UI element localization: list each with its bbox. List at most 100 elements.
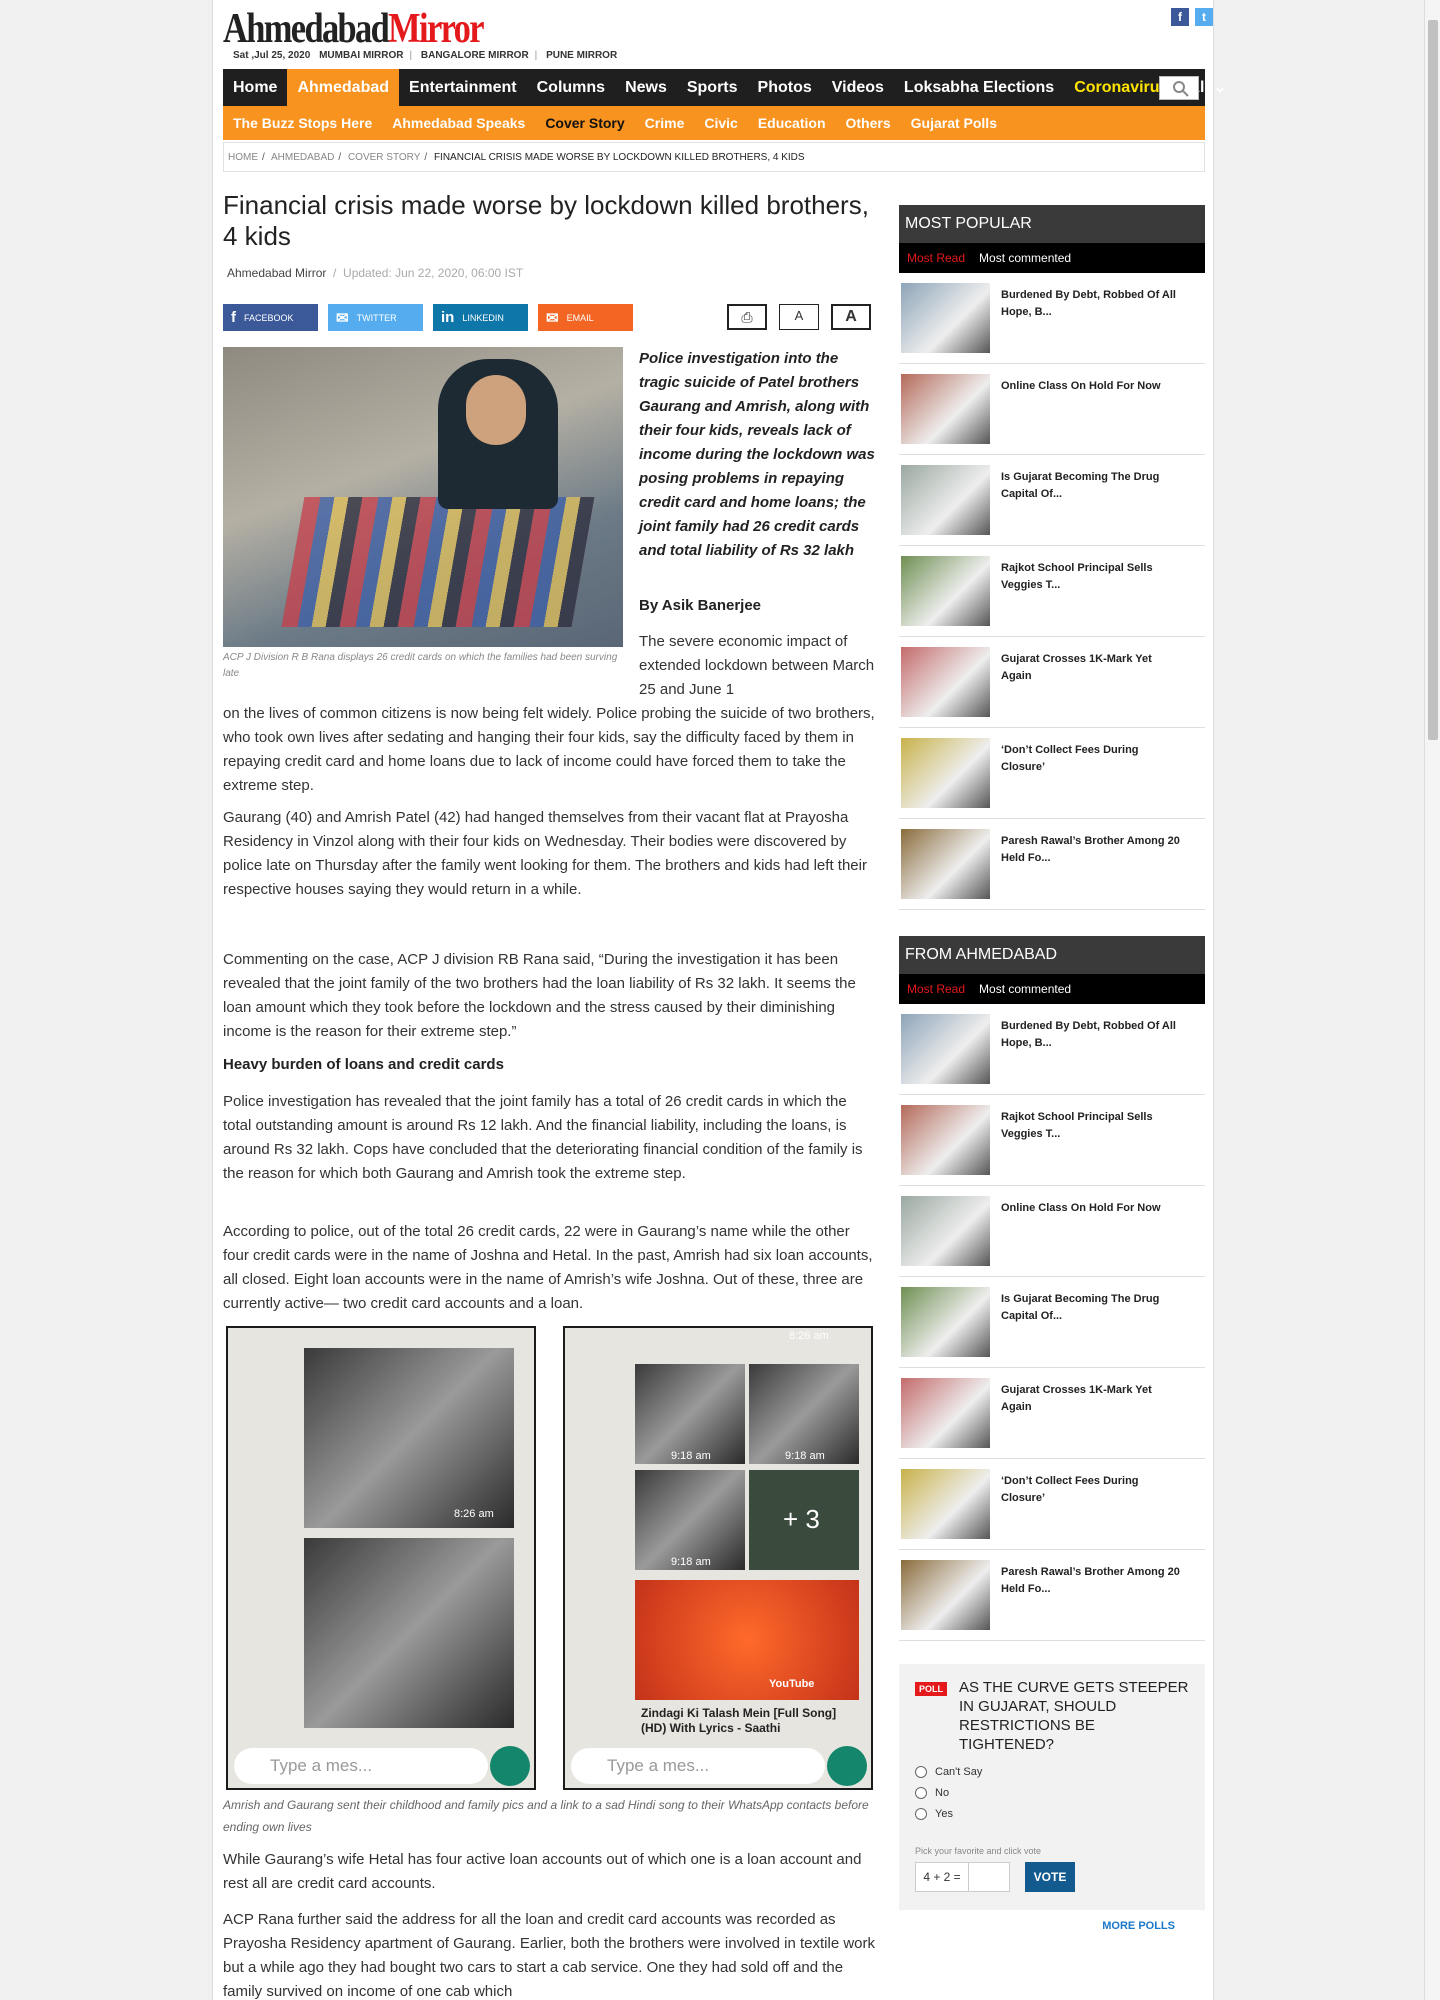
news-item[interactable]: Paresh Rawal’s Brother Among 20 Held Fo.… <box>899 819 1205 910</box>
news-headline[interactable]: Online Class On Hold For Now <box>1001 1200 1181 1217</box>
linkedin-share-button[interactable]: in LINKEDIN <box>433 304 528 331</box>
news-thumbnail[interactable] <box>901 556 990 626</box>
nav-news[interactable]: News <box>615 69 677 106</box>
breadcrumb-subsection[interactable]: COVER STORY <box>348 152 420 163</box>
news-headline[interactable]: Is Gujarat Becoming The Drug Capital Of.… <box>1001 1291 1181 1325</box>
news-thumbnail[interactable] <box>901 1469 990 1539</box>
print-button[interactable]: ⎙ <box>727 304 767 330</box>
whatsapp-screenshots-photo[interactable]: 8:26 am Type a mes... 8:26 am 9:18 am 9:… <box>223 1326 875 1790</box>
poll-option[interactable]: Yes <box>915 1808 953 1820</box>
nav-columns[interactable]: Columns <box>527 69 615 106</box>
news-item[interactable]: Rajkot School Principal Sells Veggies T.… <box>899 1095 1205 1186</box>
news-item[interactable]: Online Class On Hold For Now <box>899 364 1205 455</box>
search-button[interactable] <box>1159 76 1199 100</box>
news-thumbnail[interactable] <box>901 1196 990 1266</box>
twitter-share-button[interactable]: ✉ TWITTER <box>328 304 423 331</box>
poll-option[interactable]: Can't Say <box>915 1766 982 1778</box>
nav-home[interactable]: Home <box>223 69 287 106</box>
captcha-input[interactable] <box>968 1862 1010 1892</box>
font-increase-button[interactable]: A <box>831 304 871 330</box>
news-thumbnail[interactable] <box>901 1105 990 1175</box>
news-item[interactable]: Gujarat Crosses 1K-Mark Yet Again <box>899 637 1205 728</box>
news-item[interactable]: Paresh Rawal’s Brother Among 20 Held Fo.… <box>899 1550 1205 1641</box>
news-thumbnail[interactable] <box>901 1014 990 1084</box>
news-item[interactable]: ‘Don’t Collect Fees During Closure’ <box>899 728 1205 819</box>
tab-most-commented[interactable]: Most commented <box>979 251 1071 265</box>
scrollbar[interactable] <box>1424 0 1440 2000</box>
news-item[interactable]: Is Gujarat Becoming The Drug Capital Of.… <box>899 1277 1205 1368</box>
news-item[interactable]: Burdened By Debt, Robbed Of All Hope, B.… <box>899 1004 1205 1095</box>
news-item[interactable]: Is Gujarat Becoming The Drug Capital Of.… <box>899 455 1205 546</box>
poll-option[interactable]: No <box>915 1787 949 1799</box>
news-headline[interactable]: Gujarat Crosses 1K-Mark Yet Again <box>1001 651 1181 685</box>
tab-most-commented[interactable]: Most commented <box>979 982 1071 996</box>
facebook-share-button[interactable]: f FACEBOOK <box>223 304 318 331</box>
site-header: AhmedabadMirror Sat ,Jul 25, 2020 MUMBAI… <box>223 8 1213 68</box>
edition-link[interactable]: BANGALORE MIRROR <box>421 50 529 61</box>
subnav-others[interactable]: Others <box>836 115 901 131</box>
subnav-civic[interactable]: Civic <box>694 115 747 131</box>
facebook-icon[interactable]: f <box>1171 8 1189 26</box>
tab-most-read[interactable]: Most Read <box>907 982 965 996</box>
subnav-education[interactable]: Education <box>748 115 836 131</box>
radio-button[interactable] <box>915 1766 927 1778</box>
poll-question: AS THE CURVE GETS STEEPER IN GUJARAT, SH… <box>959 1679 1189 1753</box>
news-headline[interactable]: Is Gujarat Becoming The Drug Capital Of.… <box>1001 469 1181 503</box>
news-item[interactable]: Gujarat Crosses 1K-Mark Yet Again <box>899 1368 1205 1459</box>
news-thumbnail[interactable] <box>901 1378 990 1448</box>
nav-ahmedabad[interactable]: Ahmedabad <box>287 69 400 106</box>
news-headline[interactable]: Burdened By Debt, Robbed Of All Hope, B.… <box>1001 287 1181 321</box>
article-photo[interactable] <box>223 347 623 647</box>
breadcrumb-home[interactable]: HOME <box>228 152 258 163</box>
tab-most-read[interactable]: Most Read <box>907 251 965 265</box>
breadcrumb-section[interactable]: AHMEDABAD <box>271 152 334 163</box>
vote-button[interactable]: VOTE <box>1025 1862 1075 1892</box>
news-thumbnail[interactable] <box>901 465 990 535</box>
byline[interactable]: Ahmedabad Mirror <box>227 266 326 280</box>
edition-link[interactable]: MUMBAI MIRROR <box>319 50 403 61</box>
news-thumbnail[interactable] <box>901 1560 990 1630</box>
radio-button[interactable] <box>915 1787 927 1799</box>
subnav-buzz[interactable]: The Buzz Stops Here <box>223 115 382 131</box>
subnav-crime[interactable]: Crime <box>635 115 695 131</box>
more-polls-link[interactable]: MORE POLLS <box>1102 1920 1175 1932</box>
news-item[interactable]: Burdened By Debt, Robbed Of All Hope, B.… <box>899 273 1205 364</box>
nav-entertainment[interactable]: Entertainment <box>399 69 527 106</box>
paragraph: While Gaurang’s wife Hetal has four acti… <box>223 1851 862 1892</box>
news-item[interactable]: Rajkot School Principal Sells Veggies T.… <box>899 546 1205 637</box>
nav-videos[interactable]: Videos <box>822 69 894 106</box>
news-headline[interactable]: Burdened By Debt, Robbed Of All Hope, B.… <box>1001 1018 1181 1052</box>
news-thumbnail[interactable] <box>901 1287 990 1357</box>
site-logo[interactable]: AhmedabadMirror <box>223 8 1035 50</box>
news-thumbnail[interactable] <box>901 283 990 353</box>
news-headline[interactable]: Rajkot School Principal Sells Veggies T.… <box>1001 1109 1181 1143</box>
subnav-ahmedabad-speaks[interactable]: Ahmedabad Speaks <box>382 115 535 131</box>
most-popular-tabs: Most Read Most commented <box>899 243 1205 273</box>
twitter-icon[interactable]: t <box>1195 8 1213 26</box>
news-headline[interactable]: ‘Don’t Collect Fees During Closure’ <box>1001 742 1181 776</box>
mic-icon <box>490 1746 530 1786</box>
news-thumbnail[interactable] <box>901 829 990 899</box>
news-thumbnail[interactable] <box>901 374 990 444</box>
news-headline[interactable]: Online Class On Hold For Now <box>1001 378 1181 395</box>
news-headline[interactable]: Paresh Rawal’s Brother Among 20 Held Fo.… <box>1001 1564 1181 1598</box>
news-headline[interactable]: Paresh Rawal’s Brother Among 20 Held Fo.… <box>1001 833 1181 867</box>
news-headline[interactable]: Gujarat Crosses 1K-Mark Yet Again <box>1001 1382 1181 1416</box>
radio-button[interactable] <box>915 1808 927 1820</box>
email-share-button[interactable]: ✉ EMAIL <box>538 304 633 331</box>
subnav-gujarat-polls[interactable]: Gujarat Polls <box>901 115 1007 131</box>
poll-widget: POLL AS THE CURVE GETS STEEPER IN GUJARA… <box>899 1664 1205 1932</box>
news-thumbnail[interactable] <box>901 647 990 717</box>
news-headline[interactable]: ‘Don’t Collect Fees During Closure’ <box>1001 1473 1181 1507</box>
news-item[interactable]: Online Class On Hold For Now <box>899 1186 1205 1277</box>
nav-sports[interactable]: Sports <box>677 69 748 106</box>
news-item[interactable]: ‘Don’t Collect Fees During Closure’ <box>899 1459 1205 1550</box>
news-thumbnail[interactable] <box>901 738 990 808</box>
subnav-cover-story[interactable]: Cover Story <box>535 115 634 131</box>
nav-photos[interactable]: Photos <box>748 69 822 106</box>
scrollbar-thumb[interactable] <box>1428 20 1438 740</box>
nav-loksabha-elections[interactable]: Loksabha Elections <box>894 69 1064 106</box>
news-headline[interactable]: Rajkot School Principal Sells Veggies T.… <box>1001 560 1181 594</box>
font-decrease-button[interactable]: A <box>779 304 819 330</box>
edition-link[interactable]: PUNE MIRROR <box>546 50 617 61</box>
